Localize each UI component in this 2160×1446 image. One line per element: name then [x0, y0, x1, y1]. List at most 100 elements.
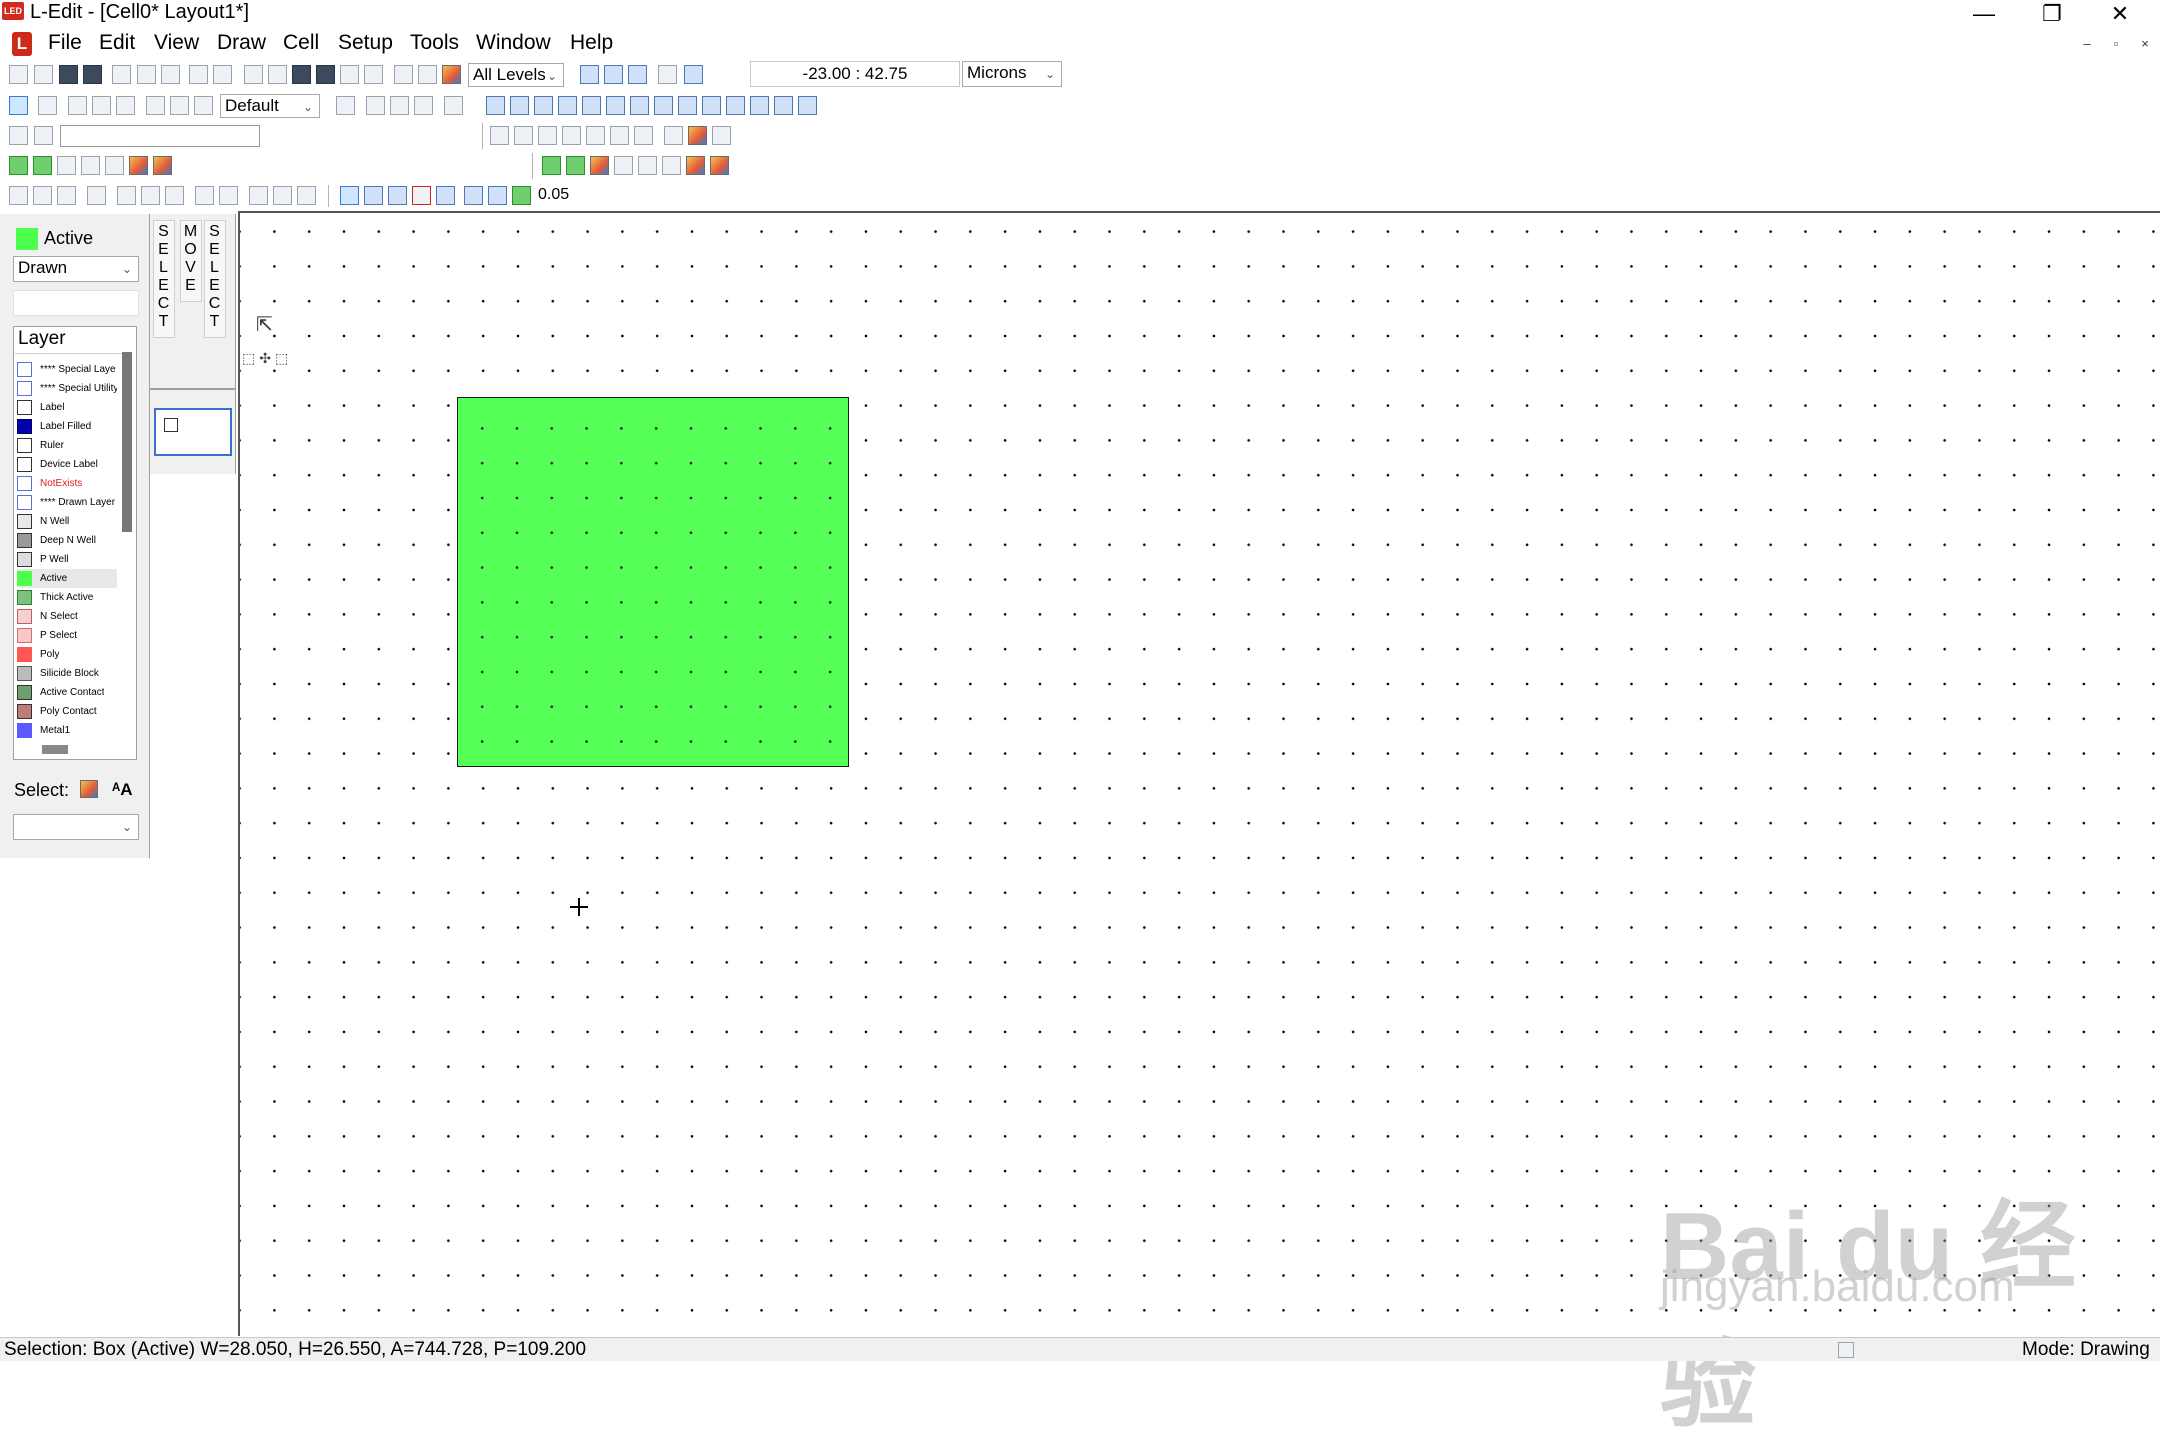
- extract-icon[interactable]: [33, 156, 52, 175]
- right-button-mode[interactable]: S E L E C T: [204, 220, 226, 338]
- cross-probe-icon[interactable]: [686, 156, 705, 175]
- settings-tool-icon[interactable]: [105, 156, 124, 175]
- grid-color-icon[interactable]: [512, 186, 531, 205]
- 45-wire-icon[interactable]: [170, 96, 189, 115]
- layer-list-scrollbar[interactable]: [122, 352, 132, 532]
- align-top-icon[interactable]: [87, 186, 106, 205]
- layer-row[interactable]: Deep N Well: [17, 531, 117, 550]
- units-select[interactable]: Microns ⌄: [962, 61, 1062, 87]
- slice-icon[interactable]: [630, 96, 649, 115]
- label-tool-icon[interactable]: [336, 96, 355, 115]
- cut-icon[interactable]: [112, 65, 131, 84]
- layer-row[interactable]: Ruler: [17, 436, 117, 455]
- tools-icon[interactable]: [710, 156, 729, 175]
- new-cell-icon[interactable]: [604, 65, 623, 84]
- check-icon[interactable]: [662, 156, 681, 175]
- merge-icon[interactable]: [606, 96, 625, 115]
- mdi-restore-button[interactable]: ▫: [2105, 34, 2127, 54]
- snap-edge-icon[interactable]: [538, 126, 557, 145]
- layer-list-hscrollbar[interactable]: [42, 745, 68, 754]
- layer-row[interactable]: Poly Contact: [17, 702, 117, 721]
- layer-row[interactable]: N Well: [17, 512, 117, 531]
- locate-icon[interactable]: [34, 126, 53, 145]
- node-trace-icon[interactable]: [566, 156, 585, 175]
- cross-section-icon[interactable]: [394, 65, 413, 84]
- menu-tools[interactable]: Tools: [406, 31, 463, 55]
- levels-select[interactable]: All Levels ⌄: [468, 63, 564, 87]
- layer-row[interactable]: Label Filled: [17, 417, 117, 436]
- ruler-diag-icon[interactable]: [390, 96, 409, 115]
- redo-icon[interactable]: [213, 65, 232, 84]
- snap-grid-icon[interactable]: [634, 126, 653, 145]
- chart-icon[interactable]: [153, 156, 172, 175]
- mdi-minimize-button[interactable]: –: [2076, 34, 2098, 54]
- same-width-icon[interactable]: [249, 186, 268, 205]
- all-angle-wire-icon[interactable]: [194, 96, 213, 115]
- space-v-icon[interactable]: [219, 186, 238, 205]
- select-arrow-icon[interactable]: [9, 96, 28, 115]
- layer-row[interactable]: Device Label: [17, 455, 117, 474]
- align-right-icon[interactable]: [57, 186, 76, 205]
- instance-icon[interactable]: [628, 65, 647, 84]
- layer-row[interactable]: P Select: [17, 626, 117, 645]
- align-icon[interactable]: [726, 96, 745, 115]
- align-middle-icon[interactable]: [117, 186, 136, 205]
- nibble-icon[interactable]: [654, 96, 673, 115]
- run-icon[interactable]: [129, 156, 148, 175]
- layer-row[interactable]: NotExists: [17, 474, 117, 493]
- layer-row[interactable]: Silicide Block: [17, 664, 117, 683]
- distribute-icon[interactable]: [774, 96, 793, 115]
- middle-button-mode[interactable]: M O V E: [180, 220, 202, 302]
- boolean-icon[interactable]: [702, 96, 721, 115]
- open-cell-icon[interactable]: [580, 65, 599, 84]
- snap-circle-icon[interactable]: [586, 126, 605, 145]
- layer-row[interactable]: **** Drawn Layer: [17, 493, 117, 512]
- drc-run-icon[interactable]: [9, 156, 28, 175]
- minimize-button[interactable]: —: [1956, 0, 2012, 27]
- open-file-icon[interactable]: [34, 65, 53, 84]
- node-probe-icon[interactable]: [590, 156, 609, 175]
- snap-center-icon[interactable]: [562, 126, 581, 145]
- find-next-icon[interactable]: [316, 65, 335, 84]
- array-icon[interactable]: [750, 96, 769, 115]
- layer-row[interactable]: Metal1: [17, 721, 117, 740]
- style-select[interactable]: Default ⌄: [220, 94, 320, 118]
- node-clear-icon[interactable]: [614, 156, 633, 175]
- select-text-icon[interactable]: ᴬA: [112, 780, 133, 800]
- menu-window[interactable]: Window: [472, 31, 555, 55]
- replace-icon[interactable]: [364, 65, 383, 84]
- snap-vertex-icon[interactable]: [490, 126, 509, 145]
- menu-cell[interactable]: Cell: [279, 31, 323, 55]
- ruler-any-icon[interactable]: [414, 96, 433, 115]
- flip-v-icon[interactable]: [558, 96, 577, 115]
- mdi-close-button[interactable]: ×: [2134, 34, 2156, 54]
- polygon-tool-icon[interactable]: [68, 96, 87, 115]
- zoom-out-icon[interactable]: [388, 186, 407, 205]
- copy-icon[interactable]: [137, 65, 156, 84]
- layer-row[interactable]: Active: [17, 569, 117, 588]
- layer-row[interactable]: **** Special Laye: [17, 360, 117, 379]
- triangle-tool-icon[interactable]: [116, 96, 135, 115]
- grid-snap-icon[interactable]: [464, 186, 483, 205]
- menu-setup[interactable]: Setup: [334, 31, 397, 55]
- find-all-icon[interactable]: [340, 65, 359, 84]
- print-icon[interactable]: [83, 65, 102, 84]
- space-h-icon[interactable]: [195, 186, 214, 205]
- snap-midpoint-icon[interactable]: [514, 126, 533, 145]
- paste-icon[interactable]: [161, 65, 180, 84]
- close-button[interactable]: ✕: [2092, 0, 2148, 27]
- align-center-icon[interactable]: [33, 186, 52, 205]
- menu-draw[interactable]: Draw: [213, 31, 270, 55]
- group-icon[interactable]: [486, 96, 505, 115]
- undo-icon[interactable]: [189, 65, 208, 84]
- layers-icon[interactable]: [442, 65, 461, 84]
- left-button-mode[interactable]: S E L E C T: [153, 220, 175, 338]
- snap-settings-icon[interactable]: [436, 186, 455, 205]
- ungroup-icon[interactable]: [510, 96, 529, 115]
- menu-help[interactable]: Help: [566, 31, 617, 55]
- snap-intersect-icon[interactable]: [610, 126, 629, 145]
- drc-icon[interactable]: [684, 65, 703, 84]
- active-layer-box[interactable]: [457, 397, 849, 767]
- document-icon[interactable]: L: [12, 32, 32, 56]
- orthogonal-wire-icon[interactable]: [146, 96, 165, 115]
